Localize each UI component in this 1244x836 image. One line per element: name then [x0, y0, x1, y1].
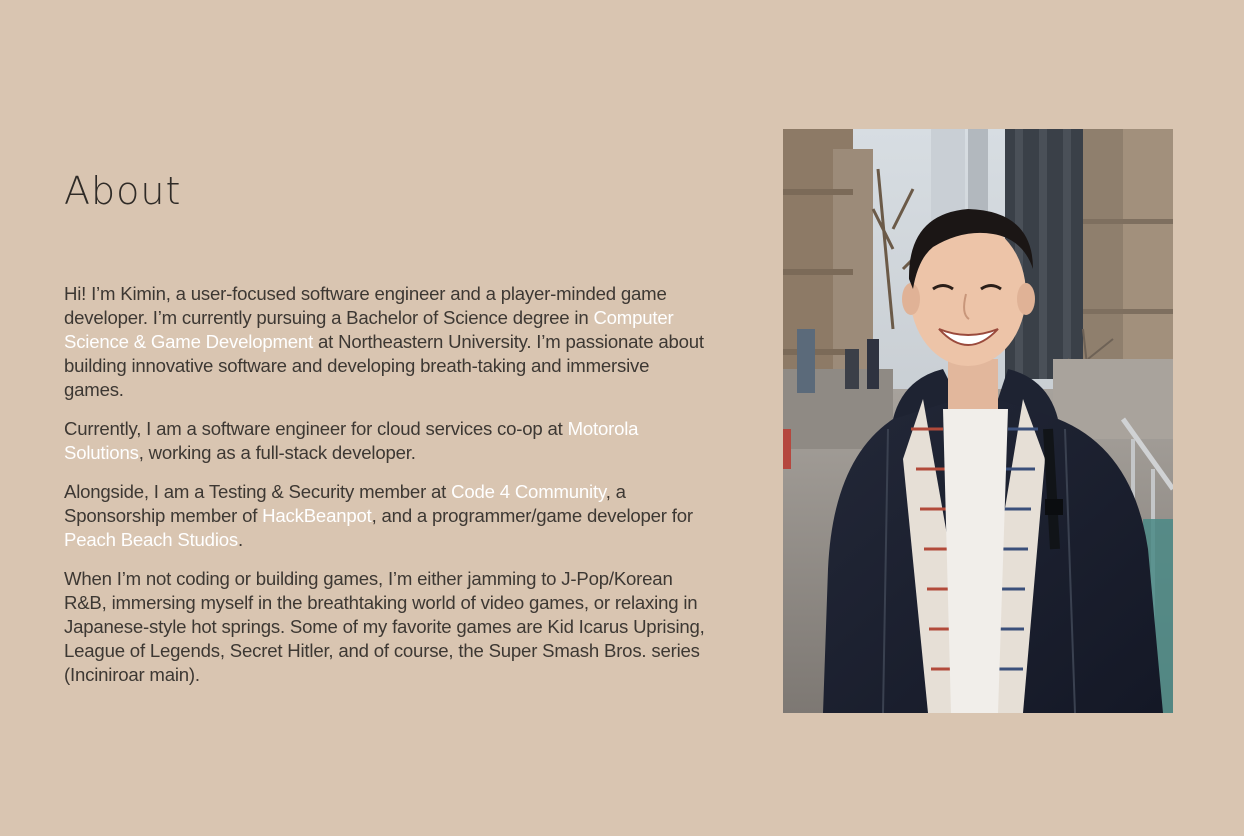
about-text-column: About Hi! I’m Kimin, a user-focused soft…: [64, 168, 706, 702]
about-section: About Hi! I’m Kimin, a user-focused soft…: [0, 0, 1244, 836]
page-title: About: [64, 169, 182, 213]
intro-paragraph: Hi! I’m Kimin, a user-focused software e…: [64, 282, 706, 402]
activities-text-4: .: [238, 529, 243, 550]
current-role-text-2: , working as a full-stack developer.: [138, 442, 416, 463]
intro-text-1: Hi! I’m Kimin, a user-focused software e…: [64, 283, 667, 328]
profile-photo: [783, 129, 1173, 713]
hobbies-paragraph: When I’m not coding or building games, I…: [64, 567, 706, 687]
code4community-link[interactable]: Code 4 Community: [451, 481, 606, 502]
activities-text-1: Alongside, I am a Testing & Security mem…: [64, 481, 452, 502]
activities-paragraph: Alongside, I am a Testing & Security mem…: [64, 480, 706, 552]
current-role-paragraph: Currently, I am a software engineer for …: [64, 417, 706, 465]
current-role-text-1: Currently, I am a software engineer for …: [64, 418, 568, 439]
profile-photo-illustration: [783, 129, 1173, 713]
hackbeanpot-link[interactable]: HackBeanpot: [262, 505, 372, 526]
activities-text-3: , and a programmer/game developer for: [371, 505, 693, 526]
peach-beach-studios-link[interactable]: Peach Beach Studios: [64, 529, 238, 550]
hobbies-text: When I’m not coding or building games, I…: [64, 568, 705, 685]
